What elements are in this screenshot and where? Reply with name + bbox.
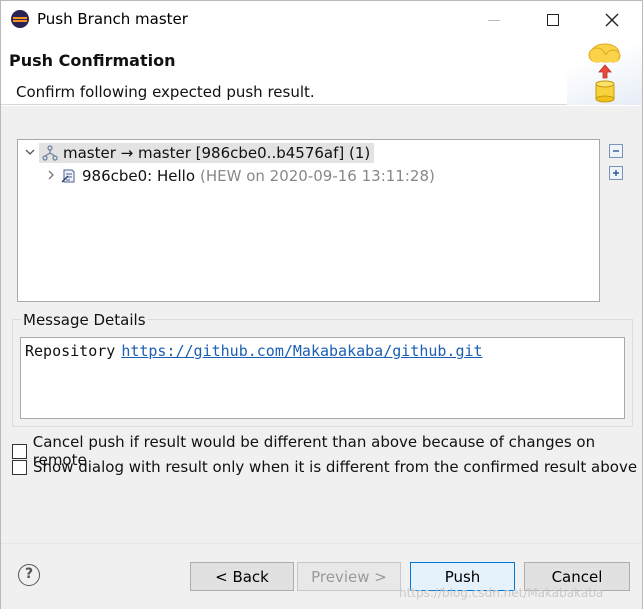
repository-link[interactable]: https://github.com/Makabakaba/github.git xyxy=(121,342,482,360)
push-result-tree[interactable]: master → master [986cbe0..b4576af] (1) 9… xyxy=(17,139,600,302)
back-button[interactable]: < Back xyxy=(190,562,294,591)
chevron-down-icon[interactable] xyxy=(21,147,39,160)
eclipse-icon xyxy=(11,10,29,28)
dialog-banner: Push Confirmation Confirm following expe… xyxy=(1,39,642,105)
push-branch-dialog: Push Branch master Push Confirmation Con… xyxy=(0,0,643,609)
collapse-all-icon xyxy=(613,150,619,152)
preview-button[interactable]: Preview > xyxy=(297,562,401,591)
help-icon[interactable]: ? xyxy=(18,564,40,586)
tree-row-commit-meta: (HEW on 2020-09-16 13:11:28) xyxy=(200,167,435,185)
cancel-if-different-checkbox[interactable] xyxy=(12,443,27,459)
minimize-icon xyxy=(488,19,500,21)
title-bar: Push Branch master xyxy=(1,1,642,39)
banner-title: Push Confirmation xyxy=(9,51,176,70)
minimize-button[interactable] xyxy=(465,1,523,39)
tree-row-branch-label: master → master [986cbe0..b4576af] (1) xyxy=(63,144,371,162)
chevron-right-icon[interactable] xyxy=(42,170,60,183)
tree-row-branch[interactable]: master → master [986cbe0..b4576af] (1) xyxy=(21,142,375,164)
window-title: Push Branch master xyxy=(37,10,188,28)
commit-icon xyxy=(61,169,75,183)
collapse-all-button[interactable] xyxy=(609,144,623,158)
message-details-group: Message Details Repository https://github… xyxy=(12,311,633,427)
dialog-content: master → master [986cbe0..b4576af] (1) 9… xyxy=(1,106,642,543)
banner-subtitle: Confirm following expected push result. xyxy=(16,83,315,101)
message-details-label: Message Details xyxy=(21,311,148,329)
close-button[interactable] xyxy=(583,1,641,39)
repository-prefix: Repository xyxy=(25,342,116,360)
cloud-push-database-icon xyxy=(588,43,621,103)
maximize-icon xyxy=(547,14,559,26)
maximize-button[interactable] xyxy=(524,1,582,39)
watermark: https://blog.csdn.net/Makabakaba xyxy=(399,586,604,600)
expand-all-button[interactable] xyxy=(609,166,623,180)
branch-icon xyxy=(42,145,58,161)
message-details-text[interactable]: Repository https://github.com/Makabakaba/… xyxy=(20,337,625,419)
dialog-footer: ? < Back Preview > Push Cancel https://b… xyxy=(1,543,642,609)
tree-row-commit-label: 986cbe0: Hello xyxy=(82,167,196,185)
show-dialog-label: Show dialog with result only when it is … xyxy=(33,458,638,476)
close-icon xyxy=(605,13,619,27)
banner-art xyxy=(567,39,642,105)
show-dialog-option[interactable]: Show dialog with result only when it is … xyxy=(12,458,637,476)
tree-row-commit[interactable]: 986cbe0: Hello (HEW on 2020-09-16 13:11:… xyxy=(42,165,435,187)
expand-all-icon xyxy=(613,170,619,176)
show-dialog-checkbox[interactable] xyxy=(12,459,27,475)
tree-row-branch-selection: master → master [986cbe0..b4576af] (1) xyxy=(39,143,375,163)
